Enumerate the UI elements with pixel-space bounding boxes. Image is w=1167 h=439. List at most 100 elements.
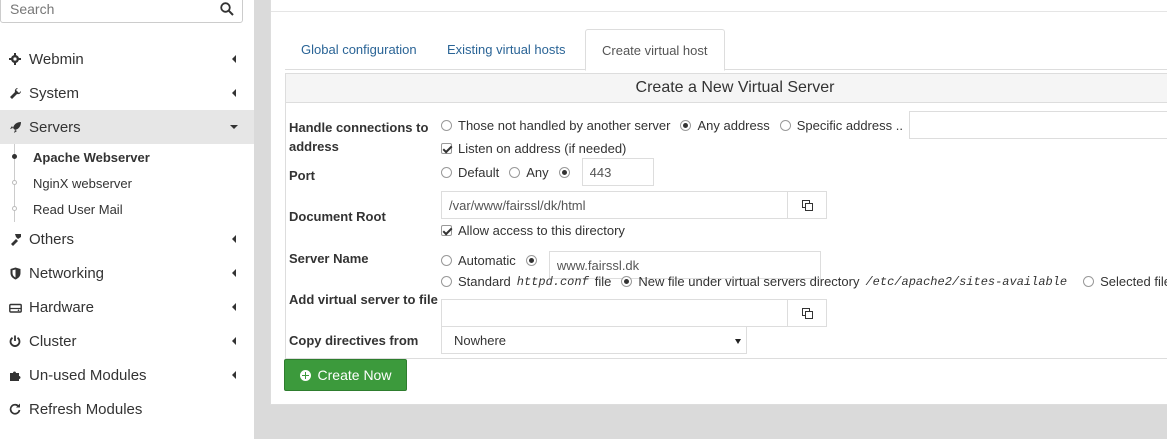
radio-button[interactable] [1083,276,1095,287]
sidebar-item-refresh-modules[interactable]: Refresh Modules [0,392,254,426]
radio-button[interactable] [509,166,521,178]
tools-icon [8,232,22,246]
option-label: file [594,274,612,289]
document-root-controls [441,191,827,219]
copy-directives-select[interactable]: Nowhere [441,326,747,354]
file-chooser-button[interactable] [787,191,827,219]
specific-address-input[interactable] [908,111,1167,139]
sidebar-item-hardware[interactable]: Hardware [0,290,254,324]
listen-on-address-row[interactable]: Listen on address (if needed) [441,141,626,156]
listen-checkbox[interactable] [441,143,452,154]
bullet-icon [12,180,17,185]
submenu-item-label: NginX webserver [33,175,132,191]
caret-down-icon [230,125,238,129]
sidebar-item-webmin[interactable]: Webmin [0,42,254,76]
handle-connections-label: Handle connections to address [289,120,429,154]
port-options: Default Any [441,158,654,186]
radio-button[interactable] [441,276,452,287]
submenu-item-read-user-mail[interactable]: Read User Mail [0,196,254,222]
sidebar-item-system[interactable]: System [0,76,254,110]
search-icon[interactable] [220,2,234,16]
sidebar-item-unused-modules[interactable]: Un-used Modules [0,358,254,392]
caret-left-icon [232,303,236,311]
copy-icon [801,199,813,211]
sidebar-item-label: Hardware [29,298,95,316]
handle-option-not-handled[interactable]: Those not handled by another server [441,118,670,133]
submenu-item-label: Apache Webserver [33,149,150,165]
radio-button[interactable] [525,254,537,266]
radio-button[interactable] [441,254,452,266]
document-root-label: Document Root [289,209,386,224]
hdd-icon [8,300,22,314]
submenu-item-nginx[interactable]: NginX webserver [0,170,254,196]
sidebar-item-others[interactable]: Others [0,222,254,256]
option-label: Specific address .. [796,117,903,133]
radio-button[interactable] [558,166,570,178]
port-option-default[interactable]: Default [441,165,499,180]
gear-icon [8,52,22,66]
search-box [0,0,243,23]
port-option-any[interactable]: Any [509,164,549,180]
sidebar-item-label: Others [29,230,75,248]
panel-header-strip [271,0,1167,12]
sidebar-nav: Webmin System Servers Apache Webserver N… [0,42,254,426]
sidebar-item-networking[interactable]: Networking [0,256,254,290]
option-label: Any [526,164,549,180]
refresh-icon [8,402,22,416]
port-label: Port [289,168,315,183]
radio-button[interactable] [779,119,791,131]
add-file-option-selected[interactable]: Selected file.. [1083,274,1167,289]
add-file-option-new-file[interactable]: New file under virtual servers directory… [621,274,1073,289]
document-root-input[interactable] [441,191,788,219]
bullet-icon [12,206,17,211]
server-name-option-automatic[interactable]: Automatic [441,253,516,268]
submenu-item-apache[interactable]: Apache Webserver [0,144,254,170]
tab-existing-virtual-hosts[interactable]: Existing virtual hosts [431,29,582,70]
sidebar-item-label: Networking [29,264,105,282]
option-label: Default [458,164,500,180]
sidebar-item-label: Refresh Modules [29,400,143,418]
copy-directives-label: Copy directives from [289,333,419,348]
wrench-icon [8,86,22,100]
handle-option-any-address[interactable]: Any address [680,117,770,133]
sites-directory: /etc/apache2/sites-available [865,274,1068,289]
handle-option-specific-address[interactable]: Specific address .. [779,117,903,133]
option-label: Any address [697,117,770,133]
option-label: Those not handled by another server [458,117,671,133]
caret-left-icon [232,337,236,345]
sidebar-item-label: Un-used Modules [29,366,147,384]
add-file-path-input[interactable] [441,299,788,327]
form-title: Create a New Virtual Server [286,74,1167,103]
search-input[interactable] [1,0,201,22]
option-label: Standard [458,274,511,289]
add-to-file-label: Add virtual server to file [289,292,438,307]
sidebar-item-label: Servers [29,118,81,136]
radio-button[interactable] [680,119,692,131]
tab-global-configuration[interactable]: Global configuration [285,29,433,70]
add-file-option-standard[interactable]: Standard httpd.conf file [441,274,611,289]
copy-icon [801,307,813,319]
tab-create-virtual-host[interactable]: Create virtual host [585,29,725,71]
add-file-path-controls [441,299,827,327]
radio-button[interactable] [621,276,633,287]
radio-button[interactable] [441,119,452,131]
sidebar-item-cluster[interactable]: Cluster [0,324,254,358]
caret-left-icon [232,55,236,63]
server-name-option-specific[interactable] [525,254,543,266]
allow-access-checkbox[interactable] [441,225,452,236]
create-now-button[interactable]: Create Now [284,359,407,391]
radio-button[interactable] [441,166,452,178]
power-icon [8,334,22,348]
caret-left-icon [232,235,236,243]
sidebar-item-label: System [29,84,80,102]
server-name-label: Server Name [289,251,369,266]
port-option-specific[interactable] [558,166,576,178]
sidebar-item-label: Cluster [29,332,77,350]
port-input[interactable] [581,158,654,186]
caret-left-icon [232,371,236,379]
sidebar-item-servers[interactable]: Servers [0,110,254,144]
create-now-label: Create Now [317,367,392,383]
file-chooser-button[interactable] [787,299,827,327]
conf-filename: httpd.conf [516,274,589,289]
allow-access-row[interactable]: Allow access to this directory [441,223,625,238]
